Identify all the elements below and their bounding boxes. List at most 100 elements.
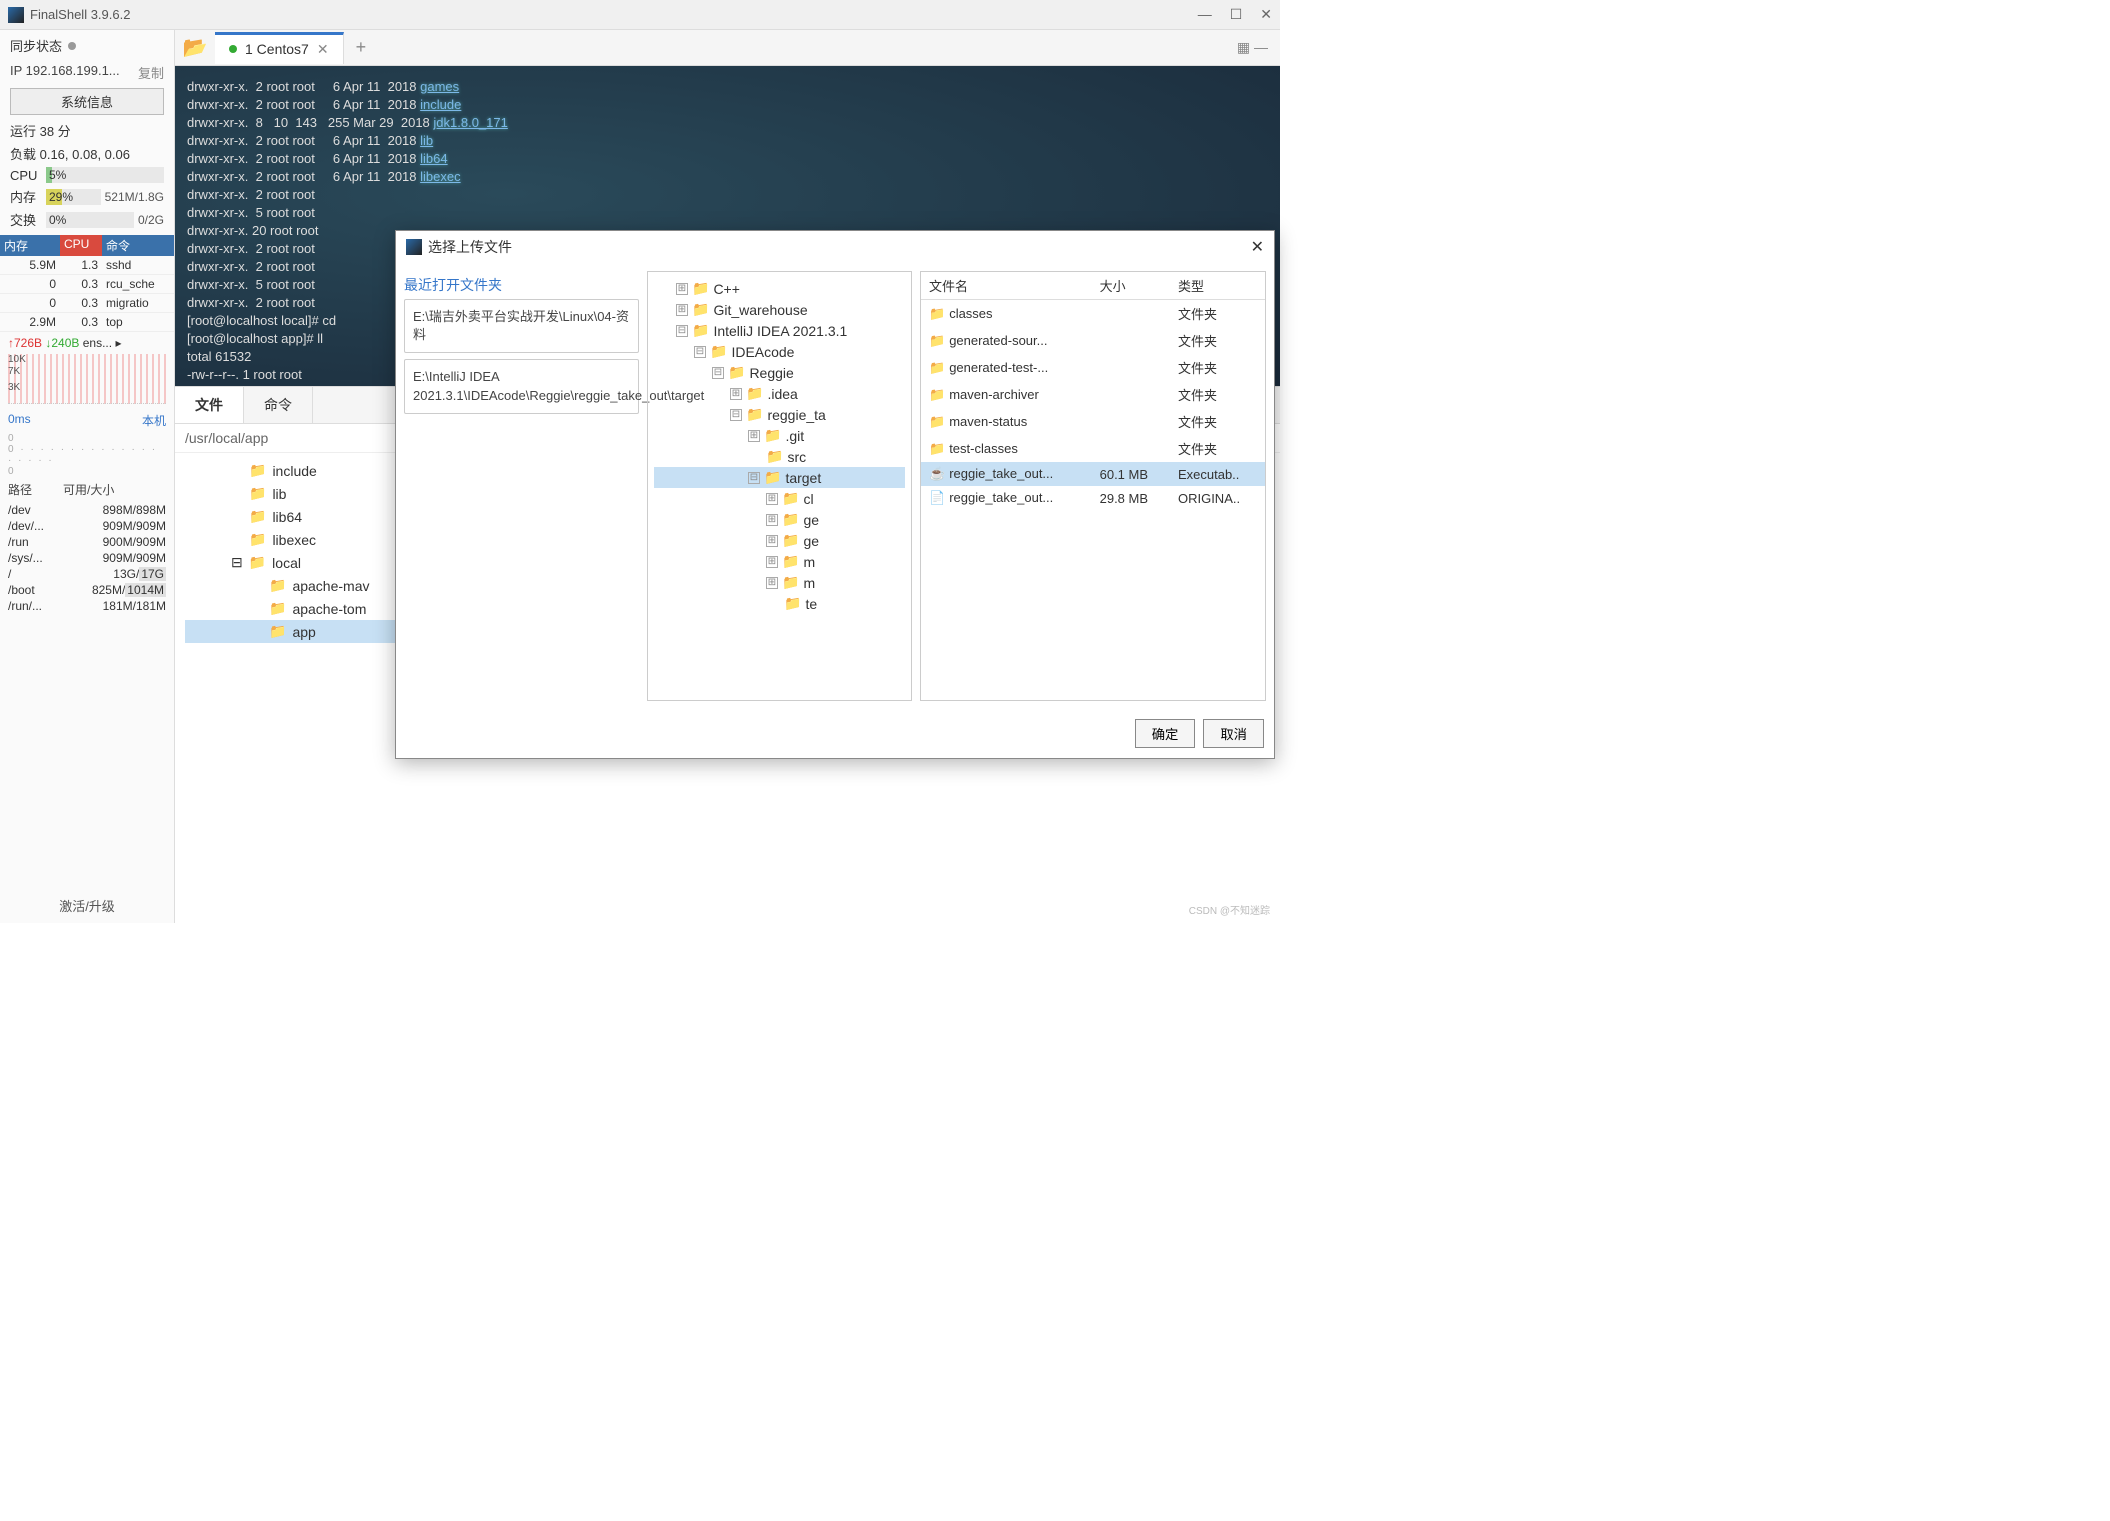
close-button[interactable]: ✕ [1260, 6, 1272, 23]
tree-node[interactable]: ⊟📁IDEAcode [654, 341, 905, 362]
sync-status: 同步状态 [0, 30, 174, 61]
status-dot-icon [229, 45, 237, 53]
tree-node[interactable]: 📁src [654, 446, 905, 467]
swap-text: 0/2G [138, 213, 164, 227]
tab-files[interactable]: 文件 [175, 387, 244, 423]
file-row[interactable]: 📁classes文件夹 [921, 300, 1265, 328]
net-interface[interactable]: ens... [83, 336, 112, 350]
cpu-label: CPU [10, 168, 42, 183]
recent-item[interactable]: E:\IntelliJ IDEA 2021.3.1\IDEAcode\Reggi… [404, 359, 639, 413]
disk-col-size[interactable]: 可用/大小 [63, 481, 166, 498]
tree-node[interactable]: 📁te [654, 593, 905, 614]
tab-bar: 📂 1 Centos7 ✕ + ▦ — [175, 30, 1280, 66]
disk-row[interactable]: /dev898M/898M [0, 502, 174, 518]
tree-node[interactable]: ⊞📁cl [654, 488, 905, 509]
folder-icon: 📁 [746, 385, 763, 402]
uptime: 运行 38 分 [0, 119, 174, 142]
app-icon [8, 7, 24, 23]
latency-host[interactable]: 本机 [142, 412, 166, 429]
file-icon: 📄 [929, 490, 945, 505]
folder-icon: 📁 [929, 441, 945, 456]
process-row[interactable]: 5.9M1.3sshd [0, 256, 174, 275]
folder-icon: 📁 [782, 490, 799, 507]
maximize-button[interactable]: ☐ [1230, 6, 1243, 23]
tree-node[interactable]: ⊞📁m [654, 551, 905, 572]
tree-node[interactable]: ⊞📁.git [654, 425, 905, 446]
file-row[interactable]: 📁maven-status文件夹 [921, 408, 1265, 435]
file-row[interactable]: 📁test-classes文件夹 [921, 435, 1265, 462]
disk-col-path[interactable]: 路径 [8, 481, 63, 498]
proc-col-cmd[interactable]: 命令 [102, 235, 174, 256]
process-row[interactable]: 00.3rcu_sche [0, 275, 174, 294]
disk-row[interactable]: /13G/17G [0, 566, 174, 582]
folder-icon: 📁 [782, 532, 799, 549]
tree-node[interactable]: ⊞📁Git_warehouse [654, 299, 905, 320]
col-type[interactable]: 类型 [1170, 272, 1265, 300]
tree-node[interactable]: ⊞📁.idea [654, 383, 905, 404]
ok-button[interactable]: 确定 [1135, 719, 1196, 748]
tab-centos7[interactable]: 1 Centos7 ✕ [215, 32, 344, 64]
folder-icon: 📁 [929, 360, 945, 375]
tree-node[interactable]: ⊟📁reggie_ta [654, 404, 905, 425]
disk-row[interactable]: /run900M/909M [0, 534, 174, 550]
open-folder-icon[interactable]: 📂 [175, 35, 215, 60]
folder-icon: 📁 [929, 414, 945, 429]
tree-node[interactable]: ⊞📁m [654, 572, 905, 593]
process-table: 内存 CPU 命令 5.9M1.3sshd00.3rcu_sche00.3mig… [0, 235, 174, 332]
dialog-close-icon[interactable]: ✕ [1251, 237, 1264, 257]
mem-bar: 29% [46, 189, 101, 205]
folder-icon: 📁 [269, 600, 286, 617]
folder-icon: 📁 [764, 469, 781, 486]
tree-node[interactable]: ⊟📁IntelliJ IDEA 2021.3.1 [654, 320, 905, 341]
tree-node[interactable]: ⊞📁ge [654, 530, 905, 551]
load-avg: 负载 0.16, 0.08, 0.06 [0, 142, 174, 165]
copy-ip-button[interactable]: 复制 [138, 63, 164, 82]
file-row[interactable]: 📁generated-sour...文件夹 [921, 327, 1265, 354]
tree-node[interactable]: ⊞📁ge [654, 509, 905, 530]
add-tab-button[interactable]: + [344, 37, 379, 58]
col-filename[interactable]: 文件名 [921, 272, 1092, 300]
net-chart: 10K 7K 3K [8, 354, 166, 404]
recent-header: 最近打开文件夹 [404, 271, 639, 299]
file-icon: ☕ [929, 466, 945, 481]
cancel-button[interactable]: 取消 [1203, 719, 1264, 748]
file-list[interactable]: 文件名 大小 类型 📁classes文件夹📁generated-sour...文… [920, 271, 1266, 701]
process-row[interactable]: 00.3migratio [0, 294, 174, 313]
latency-chart: 00 · · · · · · · · · · · · · · · · · · ·… [0, 433, 174, 477]
swap-label: 交换 [10, 210, 42, 229]
tab-close-icon[interactable]: ✕ [317, 41, 329, 58]
tree-node[interactable]: ⊟📁Reggie [654, 362, 905, 383]
disk-row[interactable]: /dev/...909M/909M [0, 518, 174, 534]
tree-node[interactable]: ⊞📁C++ [654, 278, 905, 299]
activate-button[interactable]: 激活/升级 [0, 888, 174, 923]
folder-icon: 📁 [249, 531, 266, 548]
folder-icon: 📁 [249, 485, 266, 502]
tree-node[interactable]: ⊟📁target [654, 467, 905, 488]
file-row[interactable]: 📄reggie_take_out...29.8 MBORIGINA.. [921, 486, 1265, 510]
file-row[interactable]: 📁generated-test-...文件夹 [921, 354, 1265, 381]
folder-icon: 📁 [249, 462, 266, 479]
file-row[interactable]: 📁maven-archiver文件夹 [921, 381, 1265, 408]
folder-tree[interactable]: ⊞📁C++⊞📁Git_warehouse⊟📁IntelliJ IDEA 2021… [647, 271, 912, 701]
ip-label: IP 192.168.199.1... [10, 63, 120, 82]
tab-commands[interactable]: 命令 [244, 387, 313, 423]
recent-item[interactable]: E:\瑞吉外卖平台实战开发\Linux\04-资料 [404, 299, 639, 353]
proc-col-mem[interactable]: 内存 [0, 235, 60, 256]
process-row[interactable]: 2.9M0.3top [0, 313, 174, 332]
net-expand-icon[interactable]: ▸ [115, 336, 121, 350]
disk-row[interactable]: /run/...181M/181M [0, 598, 174, 614]
folder-icon: 📁 [929, 387, 945, 402]
sync-label: 同步状态 [10, 36, 62, 55]
col-size[interactable]: 大小 [1092, 272, 1170, 300]
folder-icon: 📁 [710, 343, 727, 360]
minimize-button[interactable]: — [1198, 6, 1212, 23]
disk-row[interactable]: /sys/...909M/909M [0, 550, 174, 566]
sidebar: 同步状态 IP 192.168.199.1... 复制 系统信息 运行 38 分… [0, 30, 175, 923]
system-info-button[interactable]: 系统信息 [10, 88, 164, 115]
proc-col-cpu[interactable]: CPU [60, 235, 102, 256]
folder-icon: 📁 [929, 333, 945, 348]
disk-row[interactable]: /boot825M/1014M [0, 582, 174, 598]
layout-grid-icon[interactable]: ▦ — [1225, 39, 1280, 56]
file-row[interactable]: ☕reggie_take_out...60.1 MBExecutab.. [921, 462, 1265, 486]
folder-icon: 📁 [692, 301, 709, 318]
